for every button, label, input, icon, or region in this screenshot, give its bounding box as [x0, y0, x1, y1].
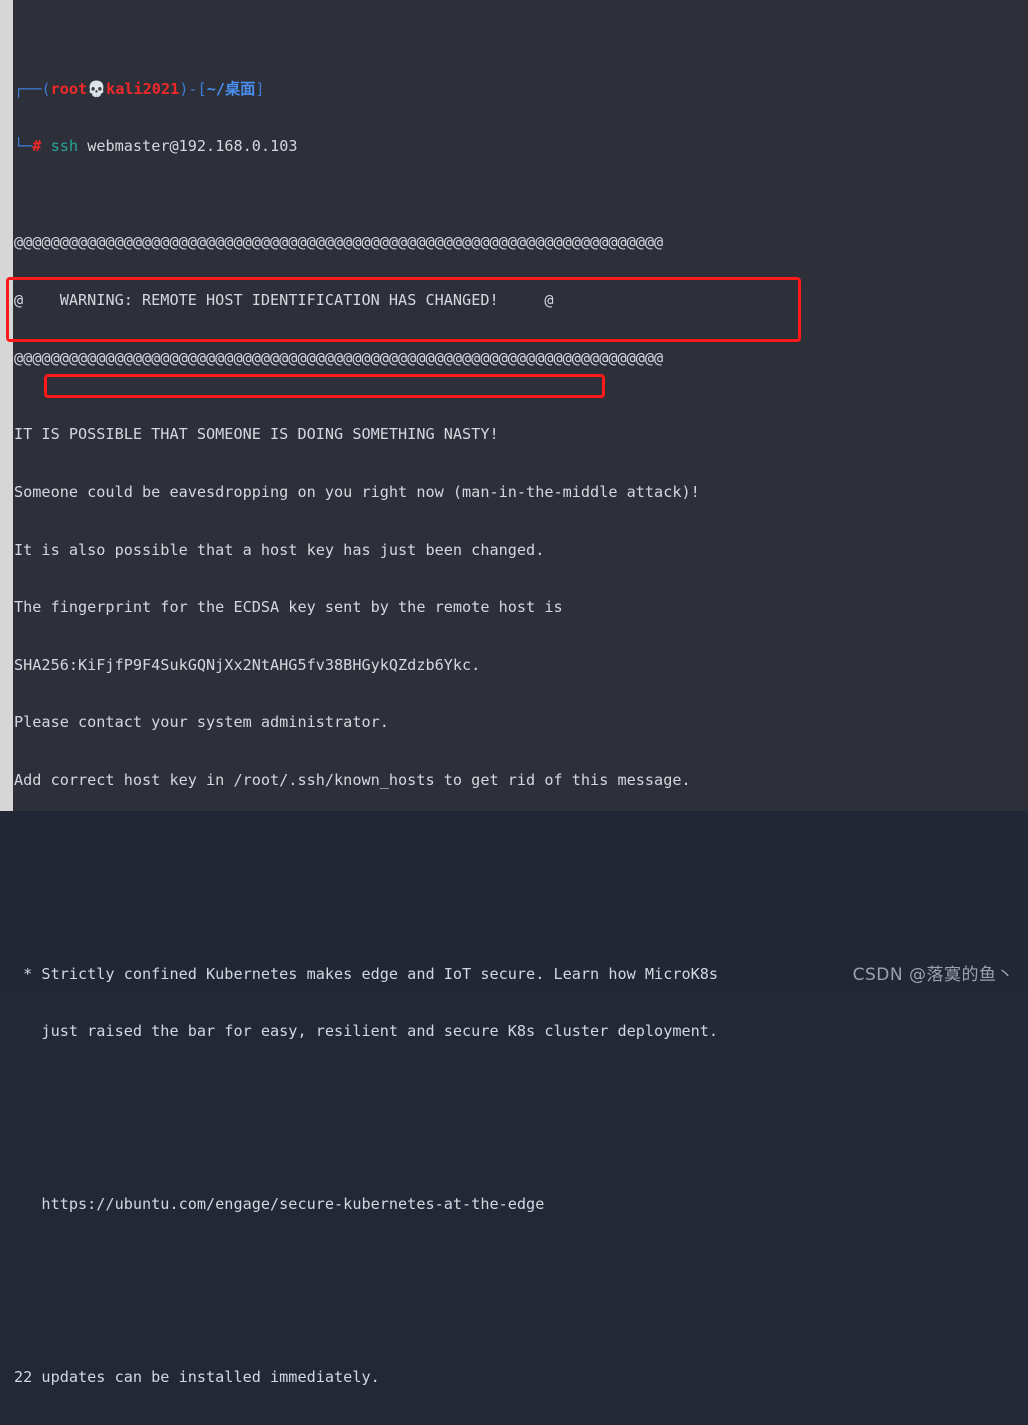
command-name: ssh [51, 137, 78, 155]
prompt-corner: └─ [14, 137, 32, 155]
warning-text-line: Please contact your system administrator… [14, 713, 782, 732]
skull-icon: 💀 [87, 80, 106, 98]
blank-line [14, 1253, 718, 1272]
blank-line [14, 1137, 718, 1156]
banner-title-text: WARNING: REMOTE HOST IDENTIFICATION HAS … [23, 291, 544, 309]
command-line-ssh-1: └─# ssh webmaster@192.168.0.103 [14, 137, 782, 156]
footer-url-line: https://ubuntu.com/engage/secure-kuberne… [14, 1195, 718, 1214]
terminal-output: ┌──(root💀kali2021)-[~/桌面] └─# ssh webmas… [13, 0, 782, 811]
blank-line [14, 1310, 718, 1329]
terminal-window[interactable]: ┌──(root💀kali2021)-[~/桌面] └─# ssh webmas… [13, 0, 1028, 811]
warning-text-line: Someone could be eavesdropping on you ri… [14, 483, 782, 502]
footer-line: * Strictly confined Kubernetes makes edg… [14, 965, 718, 984]
csdn-watermark: CSDN @落寞的鱼丶 [853, 960, 1014, 985]
banner-at-left: @ [14, 291, 23, 309]
warning-banner-bottom: @@@@@@@@@@@@@@@@@@@@@@@@@@@@@@@@@@@@@@@@… [14, 349, 782, 368]
blank-line [14, 907, 718, 926]
warning-text-line: Add correct host key in /root/.ssh/known… [14, 771, 782, 790]
warning-text-line: It is also possible that a host key has … [14, 541, 782, 560]
motd-footer: * Strictly confined Kubernetes makes edg… [14, 811, 718, 1425]
footer-line: just raised the bar for easy, resilient … [14, 1022, 718, 1041]
banner-at-right: @ [544, 291, 553, 309]
prompt-line-top: ┌──(root💀kali2021)-[~/桌面] [14, 80, 782, 99]
prompt-path: ~/桌面 [207, 80, 256, 98]
prompt-user: root [51, 80, 88, 98]
prompt-corner: ┌── [14, 80, 41, 98]
background-window-scrollbar[interactable] [0, 0, 13, 811]
blank-line [14, 849, 718, 868]
blank-line [14, 1080, 718, 1099]
fingerprint-line: SHA256:KiFjfP9F4SukGQNjXx2NtAHG5fv38BHGy… [14, 656, 782, 675]
prompt-host: kali2021 [106, 80, 179, 98]
warning-banner-title: @ WARNING: REMOTE HOST IDENTIFICATION HA… [14, 291, 782, 310]
command-args: webmaster@192.168.0.103 [78, 137, 297, 155]
warning-banner-top: @@@@@@@@@@@@@@@@@@@@@@@@@@@@@@@@@@@@@@@@… [14, 233, 782, 252]
warning-text-line: IT IS POSSIBLE THAT SOMEONE IS DOING SOM… [14, 425, 782, 444]
updates-line: 22 updates can be installed immediately. [14, 1368, 718, 1387]
warning-text-line: The fingerprint for the ECDSA key sent b… [14, 598, 782, 617]
